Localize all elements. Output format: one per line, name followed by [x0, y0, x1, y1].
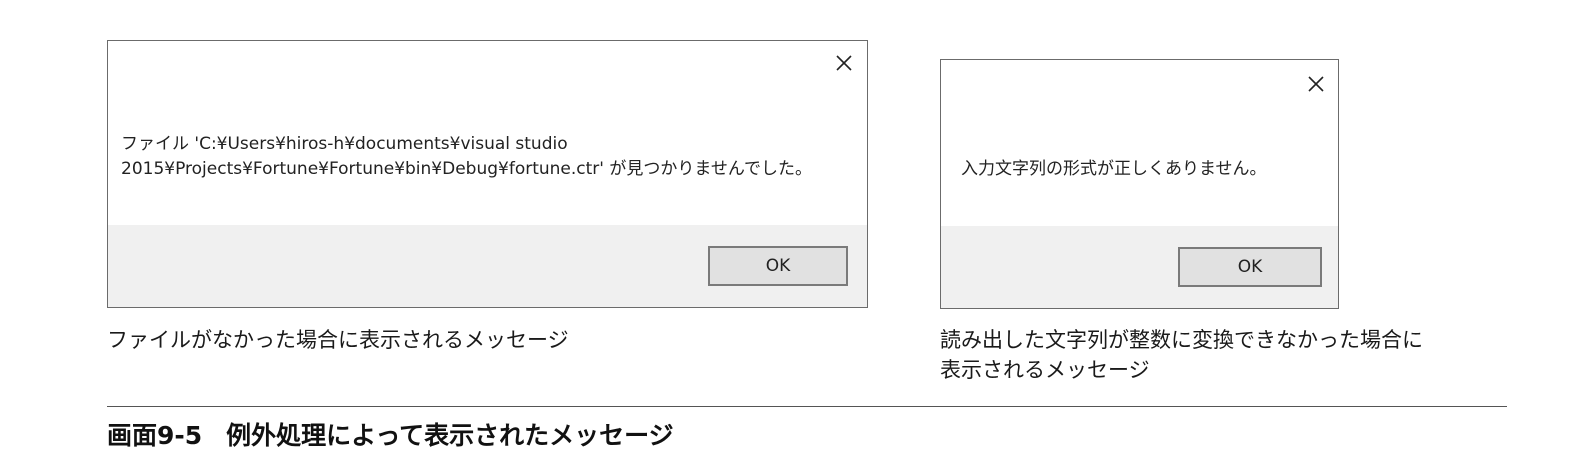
- ok-button[interactable]: OK: [1178, 247, 1322, 287]
- divider: [107, 406, 1507, 407]
- close-icon: [1308, 76, 1324, 92]
- close-button[interactable]: [832, 51, 856, 75]
- caption-line: 読み出した文字列が整数に変換できなかった場合に: [940, 328, 1423, 352]
- caption-line: 表示されるメッセージ: [940, 358, 1150, 382]
- ok-button[interactable]: OK: [708, 246, 848, 286]
- close-button[interactable]: [1304, 72, 1328, 96]
- close-icon: [836, 55, 852, 71]
- caption-left: ファイルがなかった場合に表示されるメッセージ: [107, 328, 569, 352]
- format-error-dialog: 入力文字列の形式が正しくありません。 OK: [940, 59, 1339, 309]
- message-line: 2015¥Projects¥Fortune¥Fortune¥bin¥Debug¥…: [121, 159, 813, 179]
- caption-right: 読み出した文字列が整数に変換できなかった場合に 表示されるメッセージ: [940, 325, 1423, 385]
- message-line: ファイル 'C:¥Users¥hiros-h¥documents¥visual …: [121, 134, 568, 154]
- dialog-message: 入力文字列の形式が正しくありません。: [961, 159, 1267, 179]
- figure-caption: 例外処理によって表示されたメッセージ: [226, 421, 674, 450]
- dialog-message: ファイル 'C:¥Users¥hiros-h¥documents¥visual …: [121, 132, 812, 182]
- figure-title: 画面9-5 例外処理によって表示されたメッセージ: [107, 418, 674, 454]
- page: ファイル 'C:¥Users¥hiros-h¥documents¥visual …: [0, 0, 1586, 469]
- figure-number: 画面9-5: [107, 421, 203, 450]
- file-not-found-dialog: ファイル 'C:¥Users¥hiros-h¥documents¥visual …: [107, 40, 868, 308]
